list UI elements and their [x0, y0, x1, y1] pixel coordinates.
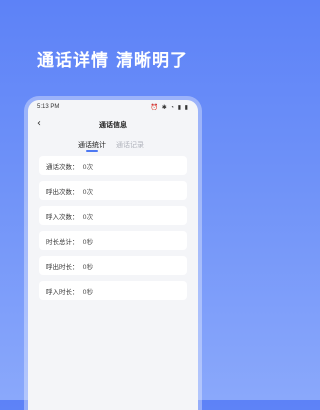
stat-label: 呼入时长：: [46, 287, 79, 296]
tab-call-stats[interactable]: 通话统计: [78, 140, 106, 150]
stat-value: 0秒: [82, 287, 94, 296]
stat-row-outgoing-calls: 呼出次数： 0次: [39, 181, 187, 200]
status-bar: 5:13 PM ⏰ ✱ ◔ ▮ ▮: [28, 100, 198, 114]
nav-bar: ‹ 通话信息: [28, 114, 198, 134]
tab-call-records[interactable]: 通话记录: [116, 140, 144, 150]
stat-row-total-duration: 时长总计： 0秒: [39, 231, 187, 250]
stat-value: 0秒: [82, 237, 94, 246]
status-icons: ⏰ ✱ ◔ ▮ ▮: [150, 105, 189, 111]
stat-label: 呼出时长：: [46, 262, 79, 271]
stat-row-total-calls: 通话次数： 0次: [39, 156, 187, 175]
stat-label: 时长总计：: [46, 237, 79, 246]
stat-label: 呼出次数：: [46, 187, 79, 196]
stat-row-outgoing-duration: 呼出时长： 0秒: [39, 256, 187, 275]
stat-value: 0次: [82, 212, 94, 221]
promo-headline: 通话详情 清晰明了: [37, 51, 188, 71]
tab-bar: 通话统计 通话记录: [28, 134, 198, 156]
stats-list: 通话次数： 0次 呼出次数： 0次 呼入次数： 0次 时长总计： 0秒 呼出时长…: [28, 156, 198, 300]
stat-label: 呼入次数：: [46, 212, 79, 221]
status-time: 5:13 PM: [37, 104, 60, 110]
stat-value: 0秒: [82, 262, 94, 271]
page-title: 通话信息: [99, 121, 127, 129]
phone-screen: 5:13 PM ⏰ ✱ ◔ ▮ ▮ ‹ 通话信息 通话统计 通话记录 通话次数：…: [28, 100, 198, 410]
stat-value: 0次: [82, 162, 94, 171]
stat-row-incoming-duration: 呼入时长： 0秒: [39, 281, 187, 300]
active-tab-indicator: [86, 150, 98, 152]
stat-row-incoming-calls: 呼入次数： 0次: [39, 206, 187, 225]
stat-label: 通话次数：: [46, 162, 79, 171]
stat-value: 0次: [82, 187, 94, 196]
